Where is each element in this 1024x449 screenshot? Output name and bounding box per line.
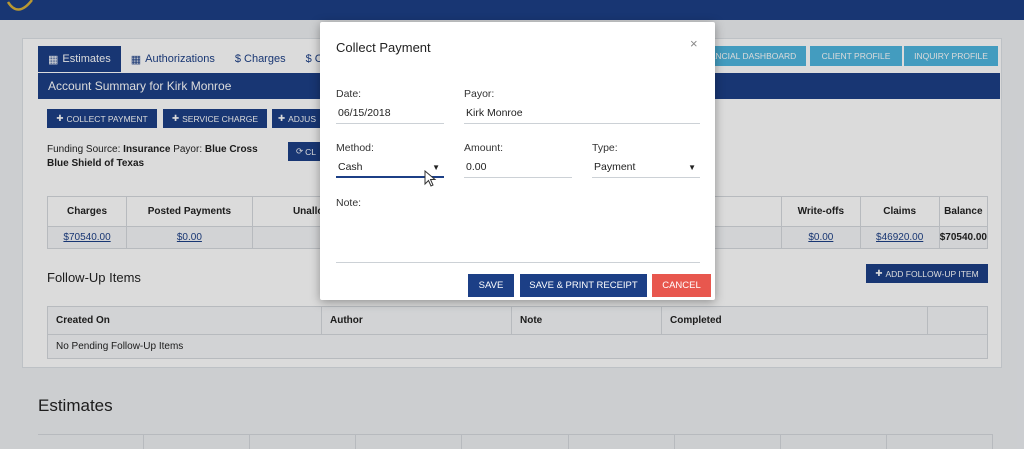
date-label: Date: xyxy=(336,88,362,100)
payor-field[interactable]: Kirk Monroe xyxy=(464,104,700,124)
method-label: Method: xyxy=(336,142,374,154)
collect-payment-modal: Collect Payment × Date: 06/15/2018 Payor… xyxy=(320,22,715,300)
save-print-receipt-button[interactable]: SAVE & PRINT RECEIPT xyxy=(520,274,647,297)
amount-label: Amount: xyxy=(464,142,504,154)
mouse-cursor-icon xyxy=(424,170,437,187)
close-icon[interactable]: × xyxy=(690,36,698,51)
type-label: Type: xyxy=(592,142,618,154)
date-field[interactable]: 06/15/2018 xyxy=(336,104,444,124)
amount-field[interactable]: 0.00 xyxy=(464,158,572,178)
note-label: Note: xyxy=(336,197,362,209)
cancel-button[interactable]: CANCEL xyxy=(652,274,711,297)
payor-label: Payor: xyxy=(464,88,495,100)
note-field[interactable] xyxy=(336,217,700,263)
modal-title: Collect Payment xyxy=(336,40,431,55)
caret-down-icon: ▼ xyxy=(688,163,696,172)
save-button[interactable]: SAVE xyxy=(468,274,514,297)
type-select[interactable]: Payment ▼ xyxy=(592,158,700,178)
